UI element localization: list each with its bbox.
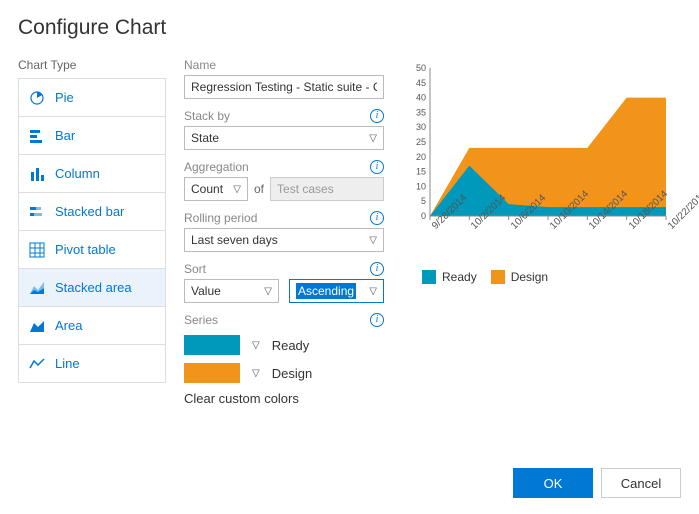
clear-colors-link[interactable]: Clear custom colors	[184, 391, 384, 406]
svg-text:50: 50	[416, 63, 426, 73]
info-icon[interactable]: i	[370, 313, 384, 327]
stacked-bar-icon	[29, 204, 45, 220]
sort-label: Sort	[184, 262, 206, 276]
chart-type-item-stacked-area[interactable]: Stacked area	[19, 269, 165, 307]
sort-direction-value: Ascending	[296, 283, 356, 299]
svg-text:0: 0	[421, 211, 426, 221]
legend-label: Design	[511, 270, 548, 284]
rolling-period-label: Rolling period	[184, 211, 257, 225]
pivot-table-icon	[29, 242, 45, 258]
svg-text:5: 5	[421, 196, 426, 206]
sort-direction-select[interactable]: Ascending ▽	[289, 279, 384, 303]
pie-icon	[29, 90, 45, 106]
dialog-title: Configure Chart	[18, 16, 681, 40]
chevron-down-icon: ▽	[264, 286, 272, 297]
chevron-down-icon: ▽	[369, 133, 377, 144]
area-icon	[29, 318, 45, 334]
chart-type-item-stacked-bar[interactable]: Stacked bar	[19, 193, 165, 231]
info-icon[interactable]: i	[370, 109, 384, 123]
legend-swatch	[422, 270, 436, 284]
aggregation-of-label: of	[254, 182, 264, 196]
chevron-down-icon: ▽	[369, 235, 377, 246]
chart-type-label: Stacked area	[55, 280, 132, 295]
rolling-period-select[interactable]: Last seven days ▽	[184, 228, 384, 252]
line-icon	[29, 356, 45, 372]
chart-type-label: Area	[55, 318, 82, 333]
column-icon	[29, 166, 45, 182]
chart-legend: Ready Design	[422, 270, 672, 284]
aggregation-select[interactable]: Count ▽	[184, 177, 248, 201]
svg-text:20: 20	[416, 152, 426, 162]
info-icon[interactable]: i	[370, 211, 384, 225]
svg-text:35: 35	[416, 107, 426, 117]
sort-field-value: Value	[191, 284, 221, 298]
svg-text:40: 40	[416, 93, 426, 103]
svg-text:25: 25	[416, 137, 426, 147]
legend-swatch	[491, 270, 505, 284]
chart-type-label: Line	[55, 356, 80, 371]
series-color-swatch[interactable]	[184, 363, 240, 383]
chart-type-item-area[interactable]: Area	[19, 307, 165, 345]
ok-button[interactable]: OK	[513, 468, 593, 498]
info-icon[interactable]: i	[370, 262, 384, 276]
chart-type-item-line[interactable]: Line	[19, 345, 165, 383]
stack-by-select[interactable]: State ▽	[184, 126, 384, 150]
chart-type-label: Bar	[55, 128, 75, 143]
series-item: ▽ Ready	[184, 335, 384, 355]
series-color-swatch[interactable]	[184, 335, 240, 355]
svg-text:30: 30	[416, 122, 426, 132]
chevron-down-icon: ▽	[369, 286, 377, 297]
chart-type-label: Chart Type	[18, 58, 166, 72]
chevron-down-icon[interactable]: ▽	[252, 368, 260, 379]
chevron-down-icon: ▽	[233, 184, 241, 195]
chart-type-label: Column	[55, 166, 100, 181]
series-label: Series	[184, 313, 218, 327]
chart-type-item-pie[interactable]: Pie	[19, 79, 165, 117]
chart-type-item-column[interactable]: Column	[19, 155, 165, 193]
legend-item: Design	[491, 270, 548, 284]
svg-text:45: 45	[416, 78, 426, 88]
legend-item: Ready	[422, 270, 477, 284]
sort-field-select[interactable]: Value ▽	[184, 279, 279, 303]
bar-icon	[29, 128, 45, 144]
series-name: Design	[272, 366, 312, 381]
aggregation-label: Aggregation	[184, 160, 249, 174]
info-icon[interactable]: i	[370, 160, 384, 174]
series-item: ▽ Design	[184, 363, 384, 383]
chevron-down-icon[interactable]: ▽	[252, 340, 260, 351]
aggregation-value: Count	[191, 182, 223, 196]
legend-label: Ready	[442, 270, 477, 284]
cancel-button[interactable]: Cancel	[601, 468, 681, 498]
chart-type-label: Pivot table	[55, 242, 116, 257]
rolling-period-value: Last seven days	[191, 233, 278, 247]
svg-text:10: 10	[416, 181, 426, 191]
chart-type-item-pivot-table[interactable]: Pivot table	[19, 231, 165, 269]
name-input[interactable]	[184, 75, 384, 99]
aggregation-target: Test cases	[270, 177, 384, 201]
chart-type-label: Stacked bar	[55, 204, 124, 219]
chart-type-label: Pie	[55, 90, 74, 105]
series-name: Ready	[272, 338, 310, 353]
stacked-area-icon	[29, 280, 45, 296]
chart-type-item-bar[interactable]: Bar	[19, 117, 165, 155]
stack-by-label: Stack by	[184, 109, 230, 123]
stack-by-value: State	[191, 131, 219, 145]
chart-type-list: Pie Bar Column Stacked bar Pivot table Stacke…	[18, 78, 166, 383]
svg-text:15: 15	[416, 167, 426, 177]
aggregation-target-value: Test cases	[277, 182, 334, 196]
name-label: Name	[184, 58, 216, 72]
